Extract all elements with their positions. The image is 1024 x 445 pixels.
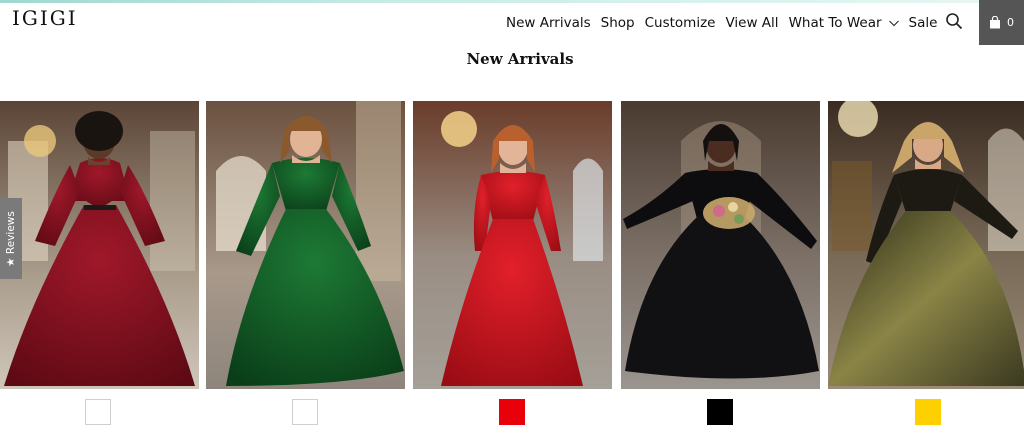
nav-item-customize[interactable]: Customize [645, 15, 716, 31]
section-title: New Arrivals [466, 50, 574, 68]
top-accent-line [0, 0, 1024, 3]
nav-item-view-all[interactable]: View All [725, 15, 778, 31]
color-swatch[interactable] [707, 399, 733, 425]
reviews-tab-label: ★ Reviews [5, 210, 17, 267]
color-swatch[interactable] [499, 399, 525, 425]
nav-item-label: New Arrivals [506, 15, 591, 31]
product-image [206, 101, 405, 389]
color-swatch[interactable] [85, 399, 111, 425]
nav-item-label: Sale [908, 15, 938, 31]
cart-count: 0 [1007, 16, 1014, 29]
product-card-4[interactable] [621, 101, 820, 389]
nav-item-label: Customize [644, 15, 716, 31]
nav-item-shop[interactable]: Shop [601, 15, 635, 31]
nav-item-what-to-wear[interactable]: What To Wear [789, 15, 899, 31]
product-image [413, 101, 612, 389]
reviews-tab[interactable]: ★ Reviews [0, 198, 22, 279]
main-nav: New Arrivals Shop Customize View All Wha… [506, 12, 947, 34]
product-image [828, 101, 1024, 389]
nav-item-label: What To Wear [788, 15, 882, 31]
product-image [0, 101, 199, 389]
color-swatch[interactable] [292, 399, 318, 425]
search-icon[interactable] [945, 12, 963, 30]
product-image [621, 101, 820, 389]
product-card-5[interactable] [828, 101, 1024, 389]
nav-item-new-arrivals[interactable]: New Arrivals [506, 15, 591, 31]
nav-item-label: View All [725, 15, 779, 31]
chevron-down-icon [888, 20, 899, 27]
color-swatch[interactable] [915, 399, 941, 425]
product-card-3[interactable] [413, 101, 612, 389]
product-card-2[interactable] [206, 101, 405, 389]
product-card-1[interactable] [0, 101, 199, 389]
brand-logo[interactable]: IGIGI [12, 6, 78, 30]
cart-button[interactable]: 0 [979, 0, 1024, 45]
nav-item-label: Shop [600, 15, 635, 31]
shopping-bag-icon [990, 16, 1000, 29]
nav-item-sale[interactable]: Sale [909, 15, 938, 31]
